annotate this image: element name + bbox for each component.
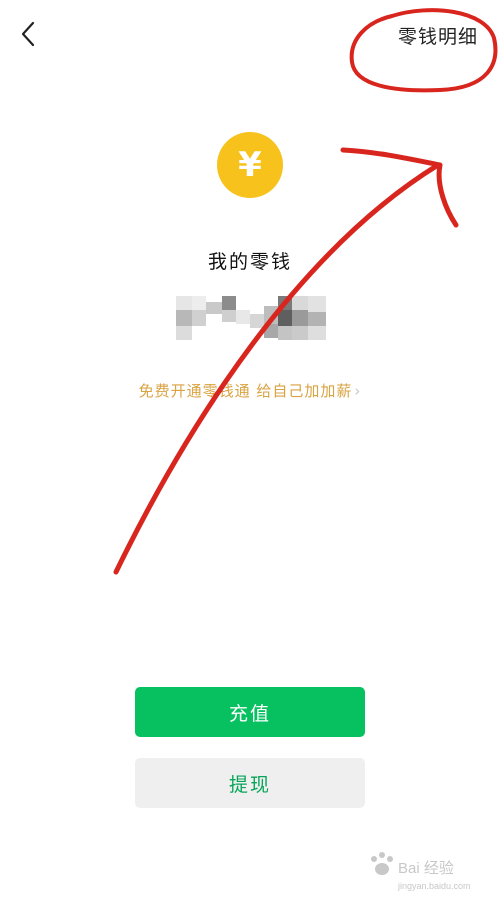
coin-symbol: ¥ [238,145,262,185]
wallet-change-page: 零钱明细 ¥ 我的零钱 免费开通零钱通 给自己加加薪 › 充值 提现 Bai 经… [0,0,500,905]
recharge-button[interactable]: 充值 [135,687,365,737]
change-details-link[interactable]: 零钱明细 [398,22,478,49]
back-button[interactable] [8,14,48,54]
promo-text: 免费开通零钱通 给自己加加薪 [138,382,353,400]
watermark-line1: Bai 经验 [398,860,454,877]
annotation-arrowhead [340,147,459,228]
lingqiantong-promo-link[interactable]: 免费开通零钱通 给自己加加薪 › [0,380,500,401]
withdraw-button[interactable]: 提现 [135,758,365,808]
page-title: 我的零钱 [207,251,292,273]
baidu-jingyan-watermark: Bai 经验 jingyan.baidu.com [371,852,471,891]
chevron-right-icon: › [354,382,362,400]
watermark-line2: jingyan.baidu.com [397,881,471,891]
yuan-coin-icon: ¥ [217,132,283,198]
balance-amount-mosaic [176,296,326,340]
chevron-left-icon [21,21,35,47]
annotation-arrow [113,162,441,575]
